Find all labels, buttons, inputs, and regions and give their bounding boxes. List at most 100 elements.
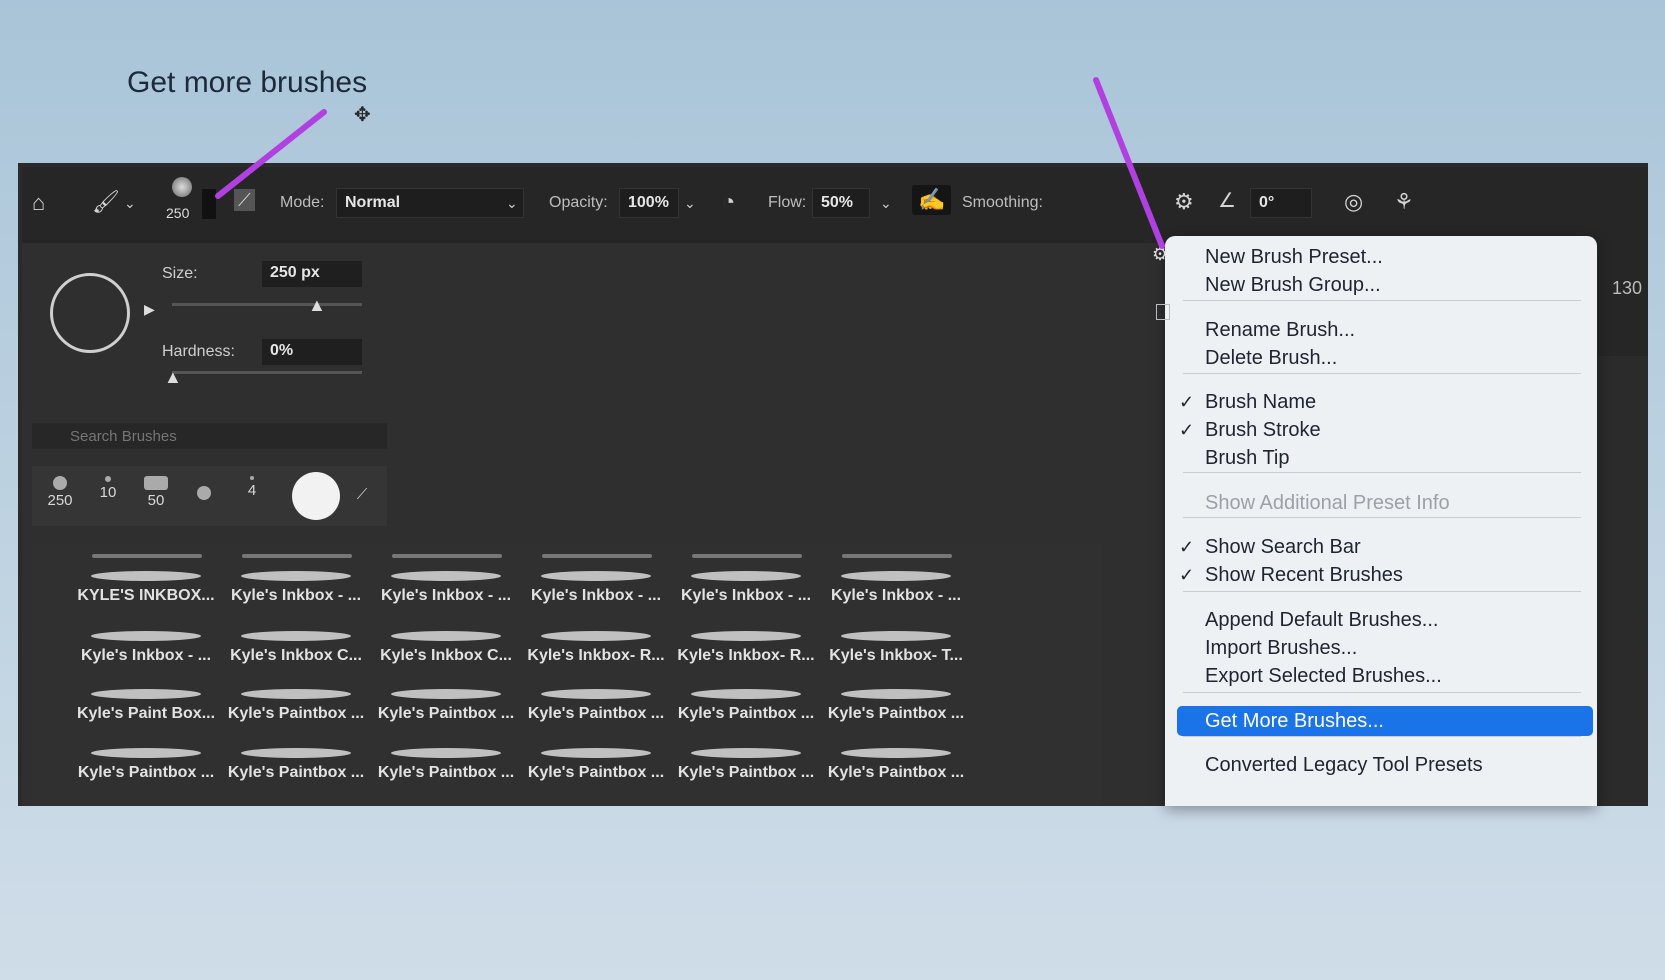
brush-preset-item[interactable]: Kyle's Paintbox ... (372, 681, 520, 737)
panel-gear-icon[interactable]: ⚙ (1152, 244, 1168, 265)
menu-item-import-brushes[interactable]: Import Brushes... (1205, 637, 1357, 660)
brush-preset-item[interactable]: Kyle's Paint Box... (72, 681, 220, 737)
menu-item-show-search-bar[interactable]: Show Search Bar (1205, 536, 1361, 559)
brush-preset-item[interactable]: Kyle's Inkbox- R... (522, 623, 670, 679)
cut-off-row-stroke (842, 547, 952, 558)
checkmark-icon: ✓ (1179, 565, 1195, 585)
recent-brush-1[interactable]: 250 (36, 472, 84, 520)
cut-off-row-stroke (692, 547, 802, 558)
menu-item-brush-tip[interactable]: Brush Tip (1205, 447, 1289, 470)
brush-preset-item[interactable]: Kyle's Paintbox ... (522, 740, 670, 796)
menu-item-brush-stroke[interactable]: Brush Stroke (1205, 419, 1321, 442)
triangle-right-icon[interactable]: ▶ (144, 301, 155, 318)
size-slider-thumb[interactable]: ▲ (308, 295, 326, 316)
flow-field[interactable]: 50% (812, 188, 870, 218)
brush-preset-item[interactable]: Kyle's Inkbox - ... (672, 563, 820, 619)
menu-item-new-brush-preset[interactable]: New Brush Preset... (1205, 246, 1383, 269)
angle-value: 0° (1259, 194, 1275, 211)
symmetry-butterfly-icon[interactable]: ⚘ (1394, 191, 1414, 213)
brush-stroke-preview (91, 631, 201, 641)
angle-field[interactable]: 0° (1250, 188, 1312, 218)
pressure-size-icon[interactable]: ◎ (1344, 191, 1363, 213)
recent-brush-5[interactable]: 4 (228, 472, 276, 520)
brush-stroke-preview (391, 571, 501, 581)
brush-stroke-preview (91, 689, 201, 699)
brush-angle-dial[interactable] (50, 273, 130, 353)
brush-preset-item[interactable]: Kyle's Paintbox ... (822, 740, 970, 796)
menu-item-rename-brush[interactable]: Rename Brush... (1205, 319, 1355, 342)
menu-item-append-default-brushes[interactable]: Append Default Brushes... (1205, 609, 1438, 632)
size-slider-track[interactable] (172, 303, 362, 306)
search-brushes-input[interactable] (32, 423, 387, 449)
brush-stroke-preview (541, 631, 651, 641)
hardness-slider-thumb[interactable]: ▲ (164, 367, 182, 388)
brush-preset-item[interactable]: Kyle's Paintbox ... (522, 681, 670, 737)
menu-item-converted-legacy-tool-presets[interactable]: Converted Legacy Tool Presets (1205, 754, 1483, 777)
brush-preset-label: Kyle's Inkbox C... (230, 647, 362, 664)
chevron-down-icon[interactable]: ⌄ (506, 195, 518, 212)
brush-picker-toggle[interactable] (202, 189, 216, 219)
right-panel-strip: 130 (1598, 236, 1648, 356)
brush-preview-icon[interactable] (172, 177, 192, 197)
gear-icon[interactable]: ⚙ (1174, 191, 1194, 213)
brush-preset-label: Kyle's Inkbox - ... (830, 587, 962, 604)
brush-preset-item[interactable]: Kyle's Paintbox ... (372, 740, 520, 796)
brush-preset-item[interactable]: Kyle's Inkbox - ... (822, 563, 970, 619)
brush-preset-item[interactable]: Kyle's Paintbox ... (72, 740, 220, 796)
hardness-slider-track[interactable] (172, 371, 362, 374)
home-icon[interactable]: ⌂ (32, 192, 45, 214)
hardness-field[interactable]: 0% (262, 339, 362, 365)
recent-brush-2[interactable]: 10 (84, 472, 132, 520)
menu-item-export-selected-brushes[interactable]: Export Selected Brushes... (1205, 665, 1442, 688)
recent-brushes-row: 250 10 50 4 ⟋ (32, 466, 387, 526)
brush-preset-item[interactable]: Kyle's Paintbox ... (222, 681, 370, 737)
brush-preset-item[interactable]: Kyle's Paintbox ... (672, 681, 820, 737)
chevron-down-icon[interactable]: ⌄ (684, 195, 696, 212)
brush-preset-item[interactable]: Kyle's Inkbox C... (372, 623, 520, 679)
menu-separator (1183, 517, 1581, 518)
move-cursor-icon: ✥ (354, 104, 371, 126)
menu-item-delete-brush[interactable]: Delete Brush... (1205, 347, 1337, 370)
menu-item-show-additional-preset-info: Show Additional Preset Info (1205, 492, 1450, 514)
brush-preset-item[interactable]: Kyle's Inkbox- T... (822, 623, 970, 679)
brush-preset-item[interactable]: Kyle's Paintbox ... (672, 740, 820, 796)
menu-item-get-more-brushes[interactable]: Get More Brushes... (1205, 710, 1384, 733)
brush-stroke-preview (391, 689, 501, 699)
brush-preset-item[interactable]: KYLE'S INKBOX... (72, 563, 220, 619)
brush-settings-icon[interactable]: ⟋ (234, 189, 255, 211)
menu-separator (1183, 472, 1581, 473)
brush-stroke-preview (241, 689, 351, 699)
brush-preset-item[interactable]: Kyle's Inkbox - ... (522, 563, 670, 619)
menu-separator (1183, 692, 1581, 693)
mode-select[interactable]: Normal (336, 188, 524, 218)
mode-label: Mode: (280, 194, 325, 211)
chevron-down-icon[interactable]: ⌄ (124, 195, 136, 212)
brush-preset-item[interactable]: Kyle's Inkbox- R... (672, 623, 820, 679)
opacity-field[interactable]: 100% (619, 188, 679, 218)
recent-brush-4[interactable] (180, 472, 228, 520)
brush-stroke-preview (391, 631, 501, 641)
size-field[interactable]: 250 px (262, 261, 362, 287)
brush-preset-item[interactable]: Kyle's Inkbox - ... (72, 623, 220, 679)
brush-preset-item[interactable]: Kyle's Paintbox ... (822, 681, 970, 737)
brush-preset-label: Kyle's Paintbox ... (677, 764, 815, 781)
brush-preset-item[interactable]: Kyle's Paintbox ... (222, 740, 370, 796)
brush-stroke-preview (841, 689, 951, 699)
brush-preset-item[interactable]: Kyle's Inkbox C... (222, 623, 370, 679)
new-preset-icon[interactable] (1156, 304, 1170, 320)
brush-preset-item[interactable]: Kyle's Inkbox - ... (372, 563, 520, 619)
menu-item-show-recent-brushes[interactable]: Show Recent Brushes (1205, 564, 1403, 587)
recent-brush-7[interactable]: ⟋ (338, 472, 386, 520)
recent-brush-6[interactable] (292, 472, 340, 520)
pressure-opacity-icon[interactable]: ◔ (722, 191, 735, 213)
brush-tool-icon[interactable]: 🖌 (92, 191, 120, 213)
options-bar: ⌂ 🖌 ⌄ 250 ⟋ Mode: Normal ⌄ Opacity: 100%… (22, 167, 1648, 243)
brush-preset-item[interactable]: Kyle's Inkbox - ... (222, 563, 370, 619)
recent-brush-3[interactable]: 50 (132, 472, 180, 520)
airbrush-icon[interactable]: ✍ (912, 185, 952, 215)
brush-preset-label: Kyle's Inkbox- R... (527, 647, 665, 664)
menu-item-brush-name[interactable]: Brush Name (1205, 391, 1316, 414)
right-strip-value: 130 (1612, 278, 1643, 298)
chevron-down-icon[interactable]: ⌄ (880, 195, 892, 212)
menu-item-new-brush-group[interactable]: New Brush Group... (1205, 274, 1381, 297)
